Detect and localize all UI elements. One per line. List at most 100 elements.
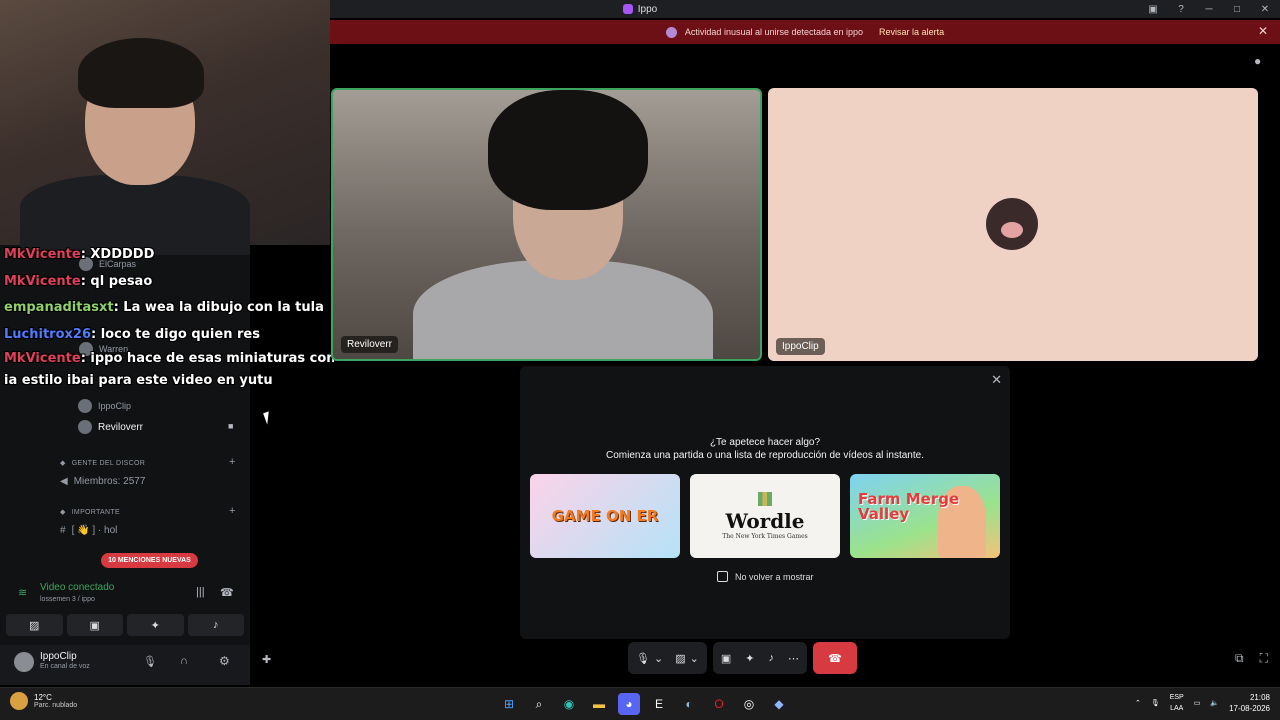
add-friend-icon[interactable]: ✚ [262,653,271,666]
speaker-icon: ◀ [60,476,68,487]
review-alert-link[interactable]: Revisar la alerta [879,27,944,37]
activity-card-farm-merge[interactable]: Farm Merge Valley [850,474,1000,558]
activity-card-game-on[interactable]: GAME ON ER [530,474,680,558]
dont-show-again[interactable]: No volver a mostrar [717,571,814,582]
inbox-icon[interactable]: ▣ [1146,4,1160,15]
weather-widget[interactable]: 12°C Parc. nublado [10,692,77,710]
chat-text: : ql pesao [80,273,153,289]
activity-cards: GAME ON ER Wordle The New York Times Gam… [530,474,1000,558]
activities-icon[interactable]: ✦ [127,614,184,636]
lang-primary: ESP [1169,694,1184,701]
chevron-down-icon[interactable]: ⌄ [690,652,699,665]
obs-icon[interactable]: ◎ [738,693,760,715]
mic-control[interactable]: 🎙 ⌄ ▨ ⌄ [628,642,707,674]
fullscreen-icon[interactable]: ⛶ [1260,651,1268,666]
alert-banner: Actividad inusual al unirse detectada en… [330,20,1280,44]
voice-actions: ▨ ▣ ✦ ♪ [6,614,244,636]
window-title: Ippo [637,3,658,15]
mic-icon[interactable]: 🎙 [636,652,650,665]
farm-card-title: Farm Merge Valley [858,490,960,523]
epic-games-icon[interactable]: E [648,693,670,715]
edge-icon[interactable]: ◉ [558,693,580,715]
camera-off-icon[interactable]: ▨ [6,614,63,636]
soundboard-icon[interactable]: ♪ [768,652,774,664]
start-icon[interactable]: ⊞ [498,693,520,715]
avatar[interactable] [14,652,34,672]
category-header[interactable]: ◆ IMPORTANTE [60,508,120,517]
camera-off-icon[interactable]: ▨ [675,652,685,665]
activities-icon[interactable]: ✦ [745,652,754,665]
voice-member-reviloverr[interactable]: Reviloverr [78,420,143,434]
soundboard-icon[interactable]: ♪ [187,614,244,636]
voice-status[interactable]: Video conectado [40,582,114,593]
chevron-up-icon[interactable]: ⌃ [1135,699,1141,707]
user-name[interactable]: IppoClip [40,651,77,662]
member-count-channel[interactable]: ◀ Miembros: 2577 [60,476,145,487]
chat-user: Luchitrox26 [4,326,91,342]
add-channel-icon[interactable]: + [229,456,235,468]
voice-channel[interactable]: lossemen 3 / ippo [40,596,95,603]
network-icon[interactable]: ▭ [1194,699,1201,707]
screen-share-icon[interactable]: ▣ [721,652,731,665]
activity-card-wordle[interactable]: Wordle The New York Times Games [690,474,840,558]
chat-message: ia estilo ibai para este video en yutu [4,370,334,392]
chat-message: MkVicente: ippo hace de esas miniaturas … [4,348,334,370]
language-indicator[interactable]: ESP LAA [1170,692,1184,714]
mic-icon[interactable]: 🎙 [143,655,157,668]
discord-icon[interactable]: ◕ [618,693,640,715]
hangup-icon[interactable]: ☎ [812,642,857,674]
game-card-title: GAME ON ER [551,506,659,525]
popout-icon[interactable]: ⧉ [1235,651,1244,666]
noise-suppression-icon[interactable]: ||| [196,586,205,598]
taskbar: 12°C Parc. nublado ⊞ ⌕ ◉ ▬ ◕ E ◐ O ◎ ◆ ⌃… [0,687,1280,720]
shield-icon [665,26,677,38]
video-tile-reviloverr[interactable]: Reviloverr [331,88,762,361]
user-panel: IppoClip En canal de voz 🎙 ∩ ⚙ [0,645,250,685]
stream-chat: MkVicente: XDDDDD MkVicente: ql pesao em… [4,242,334,392]
opera-icon[interactable]: O [708,693,730,715]
category-header[interactable]: ◆ GENTE DEL DISCOR [60,459,145,468]
volume-icon[interactable]: 🔈 [1210,699,1219,707]
close-icon[interactable]: ✕ [1258,4,1272,15]
chat-message: Luchitrox26: loco te digo quien res [4,322,334,349]
video-tile-ippoclip[interactable]: IppoClip [768,88,1258,361]
chat-user: empanaditasxt [4,300,114,315]
server-icon [622,4,633,14]
voice-member-ippoclip[interactable]: IppoClip [78,399,131,413]
steam-icon[interactable]: ◐ [678,693,700,715]
screen-share-icon[interactable]: ▣ [66,614,123,636]
chat-user: MkVicente [4,273,81,289]
activity-popup: ✕ ¿Te apetece hacer algo? Comienza una p… [520,366,1010,639]
voice-member-name: IppoClip [98,401,132,411]
maximize-icon[interactable]: □ [1230,4,1244,15]
close-icon[interactable]: ✕ [991,372,1002,388]
avatar [78,399,92,413]
disconnect-icon[interactable]: ☎ [220,586,234,599]
minimize-icon[interactable]: ─ [1202,4,1216,15]
settings-icon[interactable]: ⚙ [219,654,230,668]
mentions-badge[interactable]: 10 MENCIONES NUEVAS [101,553,198,568]
window-controls: ▣ ? ─ □ ✕ [1146,0,1272,18]
dont-show-checkbox[interactable] [717,571,728,582]
activity-title: ¿Te apetece hacer algo? [709,437,821,448]
text-channel[interactable]: # [ 👋 ] · hol [60,525,117,536]
chat-text: : La wea la dibujo con la tula [113,300,324,315]
chevron-down-icon[interactable]: ⌄ [654,652,663,665]
search-icon[interactable]: ⌕ [528,693,550,715]
headphones-icon[interactable]: ∩ [180,655,188,667]
tile-name-label: IppoClip [776,338,825,355]
call-controls: 🎙 ⌄ ▨ ⌄ ▣ ✦ ♪ ⋯ ☎ [628,642,857,674]
folder-icon[interactable]: ▬ [588,693,610,715]
clock[interactable]: 21:08 17-08-2026 [1229,692,1270,714]
chat-message: MkVicente: ql pesao [4,269,334,296]
app-icon[interactable]: ◆ [768,693,790,715]
chevron-down-icon: ◆ [60,460,66,467]
share-controls: ▣ ✦ ♪ ⋯ [712,642,807,674]
help-icon[interactable]: ? [1174,4,1188,15]
add-channel-icon[interactable]: + [229,505,235,517]
chevron-down-icon: ◆ [60,509,66,516]
chat-bubble-icon[interactable]: ● [1254,54,1261,68]
more-icon[interactable]: ⋯ [788,652,799,665]
alert-close-icon[interactable]: ✕ [1258,24,1268,38]
mic-tray-icon[interactable]: 🎙 [1151,699,1160,707]
